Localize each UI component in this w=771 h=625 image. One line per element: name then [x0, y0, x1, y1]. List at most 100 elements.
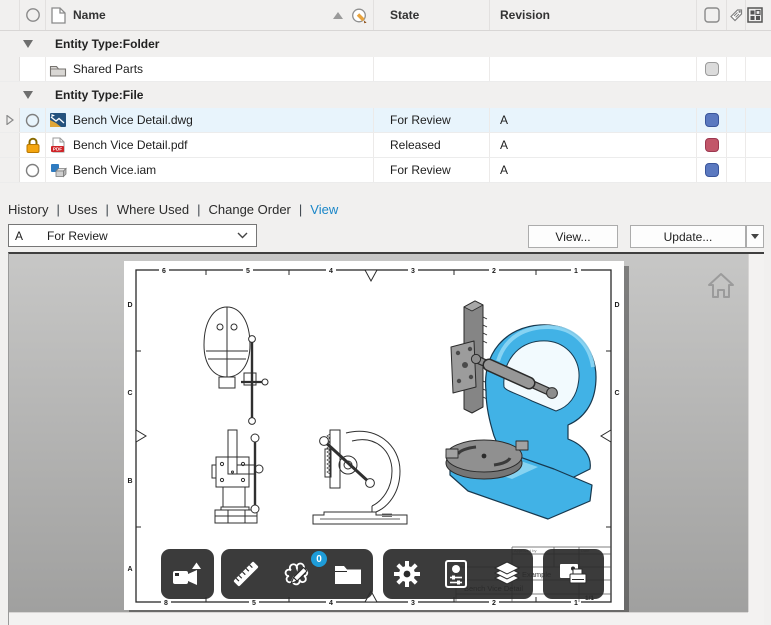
tab-change-order[interactable]: Change Order	[209, 202, 291, 217]
group-header-folder[interactable]: Entity Type:Folder	[0, 31, 771, 57]
document-icon	[50, 6, 66, 24]
dropdown-state-value: For Review	[47, 228, 108, 243]
row-lifecycle-cell	[697, 133, 727, 157]
filetype-column-header[interactable]	[46, 0, 70, 30]
row-status-cell[interactable]	[20, 158, 46, 182]
tab-separator: |	[197, 201, 201, 217]
print-screenshot-icon[interactable]	[559, 562, 588, 586]
file-state: For Review	[390, 113, 451, 127]
pdf-file-icon: PDF	[50, 137, 66, 153]
tab-separator: |	[56, 201, 60, 217]
file-name: Bench Vice Detail.dwg	[73, 113, 193, 127]
toolbar-group-markup	[221, 549, 373, 599]
tab-where-used[interactable]: Where Used	[117, 202, 189, 217]
file-grid: Name State Revision Entity Type:Folder S…	[0, 0, 771, 183]
toolbar-group-output	[543, 549, 604, 599]
checkbox-outline-icon	[703, 7, 720, 23]
svg-text:D: D	[127, 302, 132, 309]
tag-icon	[728, 7, 744, 23]
update-button-label: Update...	[663, 229, 713, 244]
markup-count-badge: 0	[311, 551, 327, 567]
status-column-header[interactable]	[20, 0, 46, 30]
row-name-cell[interactable]: Shared Parts	[70, 57, 374, 81]
svg-text:8: 8	[164, 600, 168, 607]
revision-column-header[interactable]: Revision	[490, 0, 697, 30]
view-button[interactable]: View...	[528, 225, 618, 248]
group-label: Entity Type:Folder	[55, 37, 160, 51]
tag-column-header[interactable]	[727, 0, 746, 30]
center-mark-left	[135, 429, 147, 443]
row-status-cell[interactable]	[20, 57, 46, 81]
center-mark-top	[364, 269, 378, 283]
file-name: Bench Vice Detail.pdf	[73, 138, 188, 152]
view-isometric	[445, 300, 597, 520]
revision-state-dropdown[interactable]: A For Review	[8, 224, 257, 247]
status-circle-icon	[25, 7, 41, 23]
svg-text:4: 4	[329, 600, 333, 607]
lifecycle-badge-blue	[704, 113, 719, 127]
current-row-arrow-icon	[5, 115, 14, 125]
row-state-cell: Released	[374, 133, 490, 157]
row-lifecycle-cell	[697, 57, 727, 81]
group-header-file[interactable]: Entity Type:File	[0, 82, 771, 108]
center-mark-right	[600, 429, 612, 443]
lifecycle-badge-neutral	[704, 62, 719, 76]
row-bench-vice-detail-dwg[interactable]: Bench Vice Detail.dwg For Review A	[0, 108, 771, 133]
tab-separator: |	[298, 201, 303, 217]
row-filetype-cell	[46, 57, 70, 81]
tab-uses[interactable]: Uses	[68, 202, 98, 217]
row-name-cell[interactable]: Bench Vice Detail.pdf	[70, 133, 374, 157]
row-state-cell: For Review	[374, 158, 490, 182]
row-bench-vice-iam[interactable]: Bench Vice.iam For Review A	[0, 158, 771, 183]
row-end-cell	[746, 108, 764, 132]
camera-views-icon[interactable]	[172, 562, 203, 586]
row-gutter	[0, 133, 20, 157]
lifecycle-column-header[interactable]	[697, 0, 727, 30]
settings-gear-icon[interactable]	[394, 561, 421, 587]
svg-text:1: 1	[574, 600, 578, 607]
group-label: Entity Type:File	[55, 88, 144, 102]
preview-horizontal-scrollbar[interactable]	[9, 612, 748, 625]
row-end-cell	[746, 57, 764, 81]
preview-canvas[interactable]: 6 5 4 3 2 1 8 5 4 3 2 1 D C B A D C by E…	[9, 254, 748, 612]
svg-text:B: B	[127, 478, 132, 485]
markup-folder-icon[interactable]	[334, 563, 362, 585]
tab-view[interactable]: View	[310, 202, 338, 217]
name-column-header[interactable]: Name	[70, 0, 374, 30]
revision-column-label: Revision	[500, 8, 551, 22]
svg-text:3: 3	[411, 600, 415, 607]
row-status-cell[interactable]	[20, 133, 46, 157]
measure-ruler-icon[interactable]	[232, 560, 260, 588]
view-top	[203, 306, 269, 425]
row-gutter	[0, 57, 20, 81]
chevron-down-icon	[237, 232, 248, 239]
svg-text:6: 6	[162, 268, 166, 275]
view-mode-header[interactable]	[746, 0, 764, 30]
update-dropdown-arrow[interactable]	[746, 225, 764, 248]
row-state-cell	[374, 57, 490, 81]
row-name-cell[interactable]: Bench Vice.iam	[70, 158, 374, 182]
sheets-layers-icon[interactable]	[492, 560, 522, 588]
file-revision: A	[500, 138, 509, 152]
tab-separator: |	[105, 201, 109, 217]
tab-history[interactable]: History	[8, 202, 48, 217]
svg-text:2: 2	[492, 268, 496, 275]
row-revision-cell: A	[490, 108, 697, 132]
row-status-cell[interactable]	[20, 108, 46, 132]
row-bench-vice-detail-pdf[interactable]: PDF Bench Vice Detail.pdf Released A	[0, 133, 771, 158]
view-front	[211, 429, 264, 524]
update-button[interactable]: Update...	[630, 225, 746, 248]
file-revision: A	[500, 113, 509, 127]
status-circle-icon	[25, 113, 40, 128]
row-name-cell[interactable]: Bench Vice Detail.dwg	[70, 108, 374, 132]
folder-icon	[49, 62, 67, 77]
grid-header: Name State Revision	[0, 0, 771, 31]
row-shared-parts[interactable]: Shared Parts	[0, 57, 771, 82]
state-column-header[interactable]: State	[374, 0, 490, 30]
properties-panel-icon[interactable]	[443, 559, 469, 589]
home-view-icon[interactable]	[705, 270, 737, 300]
markup-cloud-icon[interactable]	[282, 560, 312, 588]
preview-vertical-scrollbar[interactable]	[748, 254, 764, 612]
row-revision-cell: A	[490, 158, 697, 182]
svg-text:5: 5	[246, 268, 250, 275]
